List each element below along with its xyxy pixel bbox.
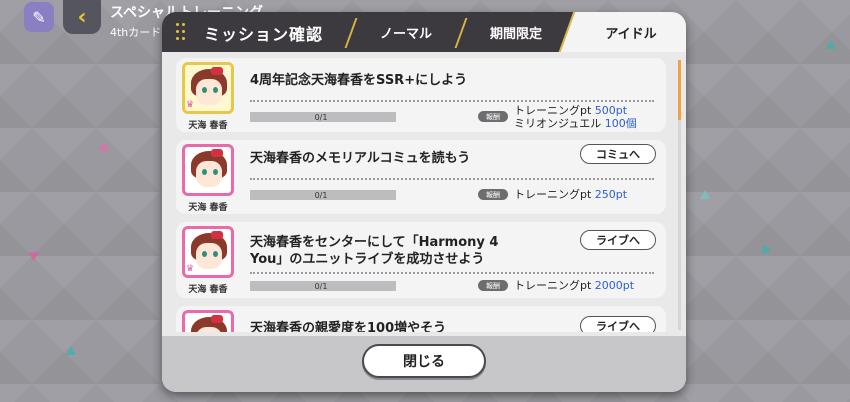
idol-name: 天海 春香	[188, 121, 228, 131]
mission-title: 天海春香をセンターにして「Harmony 4 You」のユニットライブを成功させ…	[250, 235, 499, 267]
progress-text: 0/1	[314, 113, 328, 122]
mission-title: 天海春香の親愛度を100増やそう	[250, 321, 447, 332]
mission-card: 天海 春香 天海春香のメモリアルコミュを読もう コミュへ 0/1 報酬 トレーニ…	[176, 140, 666, 214]
mission-card: ♛ 天海 春香 4周年記念天海春香をSSR+にしよう 0/1 報酬 トレーニング…	[176, 58, 666, 132]
divider	[250, 178, 654, 180]
reward-tag: 報酬	[478, 111, 508, 122]
dialog-footer: 閉じる	[162, 336, 686, 392]
idol-name: 天海 春香	[188, 285, 228, 295]
crown-icon: ♛	[186, 264, 195, 274]
go-to-commu-button[interactable]: コミュへ	[580, 144, 656, 164]
scrollbar-thumb[interactable]	[678, 60, 681, 120]
reward-list: トレーニングpt 500pt ミリオンジュエル 100個	[514, 104, 637, 130]
chevron-left-icon: ‹	[77, 4, 87, 30]
confetti-decoration	[700, 190, 710, 199]
confetti-decoration	[826, 40, 836, 49]
idol-avatar: ♛	[182, 226, 234, 278]
mission-list[interactable]: ♛ 天海 春香 4周年記念天海春香をSSR+にしよう 0/1 報酬 トレーニング…	[176, 58, 666, 332]
reward-list: トレーニングpt 2000pt	[514, 279, 635, 292]
dialog-tab-bar: ミッション確認 ノーマル 期間限定 アイドル	[162, 12, 686, 52]
dialog-title: ミッション確認	[204, 25, 324, 44]
mission-card: 天海春香の親愛度を100増やそう ライブへ	[176, 306, 666, 332]
back-button[interactable]: ‹	[63, 0, 101, 34]
reward-tag: 報酬	[478, 280, 508, 291]
go-to-live-button[interactable]: ライブへ	[580, 230, 656, 250]
progress-text: 0/1	[314, 282, 328, 291]
idol-avatar	[182, 144, 234, 196]
divider	[250, 272, 654, 274]
close-button[interactable]: 閉じる	[362, 344, 486, 378]
go-to-live-button[interactable]: ライブへ	[580, 316, 656, 332]
tab-limited[interactable]: 期間限定	[468, 12, 564, 52]
tab-divider	[454, 18, 468, 48]
grip-icon	[176, 23, 186, 41]
crown-icon: ♛	[186, 100, 195, 110]
tab-divider	[344, 18, 358, 48]
progress-text: 0/1	[314, 191, 328, 200]
divider	[250, 100, 654, 102]
confetti-decoration	[66, 346, 76, 355]
mission-dialog: ミッション確認 ノーマル 期間限定 アイドル ♛ 天海 春香 4周年記念天海春香…	[162, 12, 686, 392]
mission-card: ♛ 天海 春香 天海春香をセンターにして「Harmony 4 You」のユニット…	[176, 222, 666, 298]
idol-name: 天海 春香	[188, 203, 228, 213]
reward-tag: 報酬	[478, 189, 508, 200]
idol-avatar	[182, 310, 234, 332]
menu-icon-button[interactable]: ✎	[24, 2, 54, 32]
mission-title: 天海春香のメモリアルコミュを読もう	[250, 151, 471, 166]
mission-title: 4周年記念天海春香をSSR+にしよう	[250, 73, 468, 88]
tab-normal[interactable]: ノーマル	[358, 12, 454, 52]
idol-avatar: ♛	[182, 62, 234, 114]
tab-idol[interactable]: アイドル	[576, 12, 686, 52]
reward-list: トレーニングpt 250pt	[514, 188, 628, 201]
document-hand-icon: ✎	[32, 7, 46, 27]
